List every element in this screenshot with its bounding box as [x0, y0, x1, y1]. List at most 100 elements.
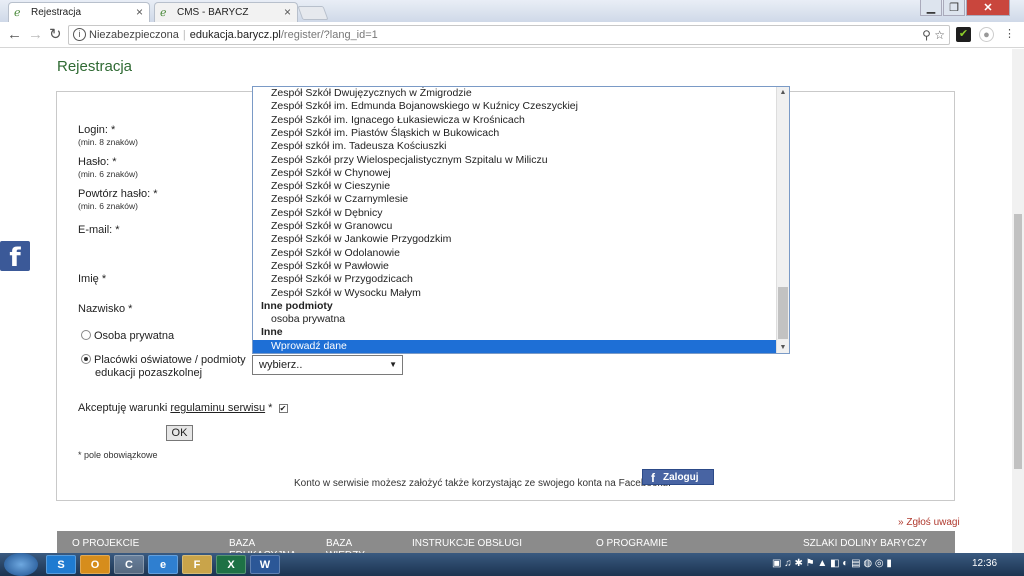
password-hint: (min. 6 znaków) — [78, 169, 138, 179]
facebook-icon[interactable]: f — [0, 241, 30, 273]
footer-item-o-programie[interactable]: O PROGRAMIE — [596, 538, 668, 550]
last-name-label: Nazwisko * — [78, 303, 133, 315]
facebook-note: Konto w serwisie możesz założyć także ko… — [294, 478, 671, 489]
radio-label-line2: edukacji pozaszkolnej — [95, 367, 203, 379]
page-favicon-icon: ℯ — [14, 7, 21, 19]
taskbar-app-skype[interactable]: S — [46, 555, 76, 574]
radio-private-person[interactable]: Osoba prywatna — [81, 330, 174, 342]
close-window-button[interactable]: ✕ — [966, 0, 1010, 16]
login-label: Login: * (min. 8 znaków) — [78, 124, 138, 147]
page-title: Rejestracja — [57, 58, 133, 75]
taskbar-app-excel[interactable]: X — [216, 555, 246, 574]
dropdown-group-label: Inne — [261, 326, 283, 339]
institution-dropdown-list[interactable]: Wprowadź dane Inne osoba prywatna Inne podm… — [252, 86, 790, 354]
dropdown-option[interactable]: Zespół Szkół w Granowcu — [253, 220, 777, 233]
footer-item-o-projekcie[interactable]: O PROJEKCIE — [72, 538, 139, 550]
dropdown-scrollbar[interactable]: ▲ ▼ — [776, 87, 789, 353]
page-scrollbar-thumb[interactable] — [1014, 214, 1022, 469]
taskbar-app-ie[interactable]: e — [148, 555, 178, 574]
bookmark-star-icon[interactable]: ⚲ ☆ — [922, 26, 945, 44]
dropdown-option[interactable]: Zespół Szkół im. Piastów Śląskich w Buko… — [253, 127, 777, 140]
footer-item-instrukcje[interactable]: INSTRUKCJE OBSŁUGI — [412, 538, 522, 550]
url-path: /register/?lang_id=1 — [280, 29, 378, 41]
browser-toolbar: ← → ↻ i Niezabezpieczona | edukacja.barycz… — [0, 22, 1024, 48]
info-icon[interactable]: i — [73, 28, 86, 41]
dropdown-option[interactable]: Zespół szkół im. Tadeusza Kościuszki — [253, 140, 777, 153]
email-label: E-mail: * — [78, 224, 120, 236]
browser-tab-bar: ℯ Rejestracja × ℯ CMS - BARYCZ × ▁ ❐ ✕ — [0, 0, 1024, 22]
dropdown-option[interactable]: Zespół Szkół Dwujęzycznych w Żmigrodzie — [253, 87, 777, 100]
security-label: Niezabezpieczona — [89, 29, 179, 41]
footer-item-baza-edukacyjna[interactable]: BAZA EDUKACYJNA — [229, 538, 299, 553]
new-tab-button[interactable] — [297, 6, 329, 20]
radio-button[interactable] — [81, 330, 91, 340]
accept-checkbox[interactable]: ✔ — [278, 404, 288, 413]
taskbar-app-word[interactable]: W — [250, 555, 280, 574]
tab-title: CMS - BARYCZ — [177, 7, 249, 18]
radio-label: Placówki oświatowe / podmioty — [94, 354, 246, 366]
dropdown-option[interactable]: Zespół Szkół w Czarnymlesie — [253, 193, 777, 206]
password-repeat-hint: (min. 6 znaków) — [78, 201, 138, 211]
taskbar-clock: 12:36 — [972, 558, 998, 569]
login-hint: (min. 8 znaków) — [78, 137, 138, 147]
dropdown-option[interactable]: Zespół Szkół w Cieszynie — [253, 180, 777, 193]
back-arrow-icon[interactable]: ← — [7, 26, 22, 44]
tab-cms-barycz[interactable]: ℯ CMS - BARYCZ × — [154, 2, 298, 22]
dropdown-option[interactable]: Zespół Szkół w Wysocku Małym — [253, 287, 777, 300]
maximize-window-button[interactable]: ❐ — [943, 0, 965, 16]
page-favicon-icon: ℯ — [160, 7, 167, 19]
radio-label: Osoba prywatna — [94, 330, 175, 342]
dropdown-option[interactable]: Zespół Szkół w Jankowie Przygodzkim — [253, 233, 777, 246]
dropdown-option[interactable]: Zespół Szkół w Dębnicy — [253, 207, 777, 220]
minimize-window-button[interactable]: ▁ — [920, 0, 942, 16]
dropdown-option[interactable]: Zespół Szkół im. Ignacego Łukasiewicza w… — [253, 114, 777, 127]
reload-icon[interactable]: ↻ — [49, 26, 62, 44]
footer-item-baza-wiedzy[interactable]: BAZA WIEDZY — [326, 538, 376, 553]
dropdown-option[interactable]: Zespół Szkół w Pawłowie — [253, 260, 777, 273]
extension-icon[interactable]: ✔ — [956, 27, 971, 42]
close-tab-icon[interactable]: × — [136, 5, 143, 19]
facebook-login-button[interactable]: f Zaloguj się — [642, 469, 714, 499]
forward-arrow-icon[interactable]: → — [28, 26, 43, 44]
password-label: Hasło: * (min. 6 znaków) — [78, 156, 138, 179]
start-button[interactable] — [4, 553, 38, 576]
radio-institution[interactable]: Placówki oświatowe / podmioty edukacji p… — [81, 354, 246, 380]
facebook-icon: f — [651, 471, 655, 485]
dropdown-option[interactable]: Wprowadź dane — [253, 339, 777, 353]
windows-taskbar: S O C e F X W ▣ ♫ ✱ ⚑ ▲ ◧ ◐ ▤ ◍ ◎ ▮ 12:3… — [0, 553, 1024, 576]
dropdown-arrow-icon[interactable]: ▼ — [389, 356, 397, 374]
dropdown-option[interactable]: Zespół Szkół w Odolanowie — [253, 247, 777, 260]
ok-button[interactable]: OK — [166, 425, 193, 441]
dropdown-option[interactable]: Zespół Szkół przy Wielospecjalistycznym … — [253, 154, 777, 167]
required-mark: * — [268, 402, 273, 414]
required-note: * pole obowiązkowe — [78, 450, 158, 460]
dropdown-option[interactable]: Zespół Szkół w Przygodzicach — [253, 273, 777, 286]
report-link[interactable]: » Zgłoś uwagi — [898, 517, 960, 528]
close-tab-icon[interactable]: × — [284, 5, 291, 19]
accept-terms: Akceptuję warunki regulaminu serwisu * ✔ — [78, 402, 288, 414]
taskbar-app-office[interactable]: O — [80, 555, 110, 574]
dropdown-option[interactable]: osoba prywatna — [253, 313, 777, 326]
radio-button-selected[interactable] — [81, 354, 91, 364]
tab-rejestracja[interactable]: ℯ Rejestracja × — [8, 2, 150, 22]
taskbar-app-chrome[interactable]: C — [114, 555, 144, 574]
url-host: edukacja.barycz.pl — [189, 29, 281, 41]
taskbar-app-explorer[interactable]: F — [182, 555, 212, 574]
address-bar[interactable]: i Niezabezpieczona | edukacja.barycz.pl/re… — [68, 25, 950, 45]
menu-icon[interactable]: ⋮ — [1002, 27, 1017, 42]
dropdown-option[interactable]: Zespół Szkół w Chynowej — [253, 167, 777, 180]
terms-link[interactable]: regulaminu serwisu — [170, 402, 265, 414]
footer-item-szlaki[interactable]: SZLAKI DOLINY BARYCZY — [803, 538, 927, 550]
tray-icons[interactable]: ▣ ♫ ✱ ⚑ ▲ ◧ ◐ ▤ ◍ ◎ ▮ — [772, 558, 892, 569]
password-repeat-label: Powtórz hasło: * (min. 6 znaków) — [78, 188, 158, 211]
institution-select[interactable]: wybierz.. ▼ — [252, 355, 403, 375]
accept-text: Akceptuję warunki — [78, 402, 168, 414]
scrollbar-thumb[interactable] — [778, 287, 788, 339]
tab-title: Rejestracja — [31, 7, 82, 18]
page-scrollbar[interactable] — [1012, 49, 1024, 553]
select-value: wybierz.. — [259, 359, 303, 371]
scroll-down-arrow-icon[interactable]: ▼ — [777, 342, 789, 353]
extension-icon[interactable]: ● — [979, 27, 994, 42]
scroll-up-arrow-icon[interactable]: ▲ — [777, 87, 789, 98]
dropdown-option[interactable]: Zespół Szkół im. Edmunda Bojanowskiego w… — [253, 100, 777, 113]
